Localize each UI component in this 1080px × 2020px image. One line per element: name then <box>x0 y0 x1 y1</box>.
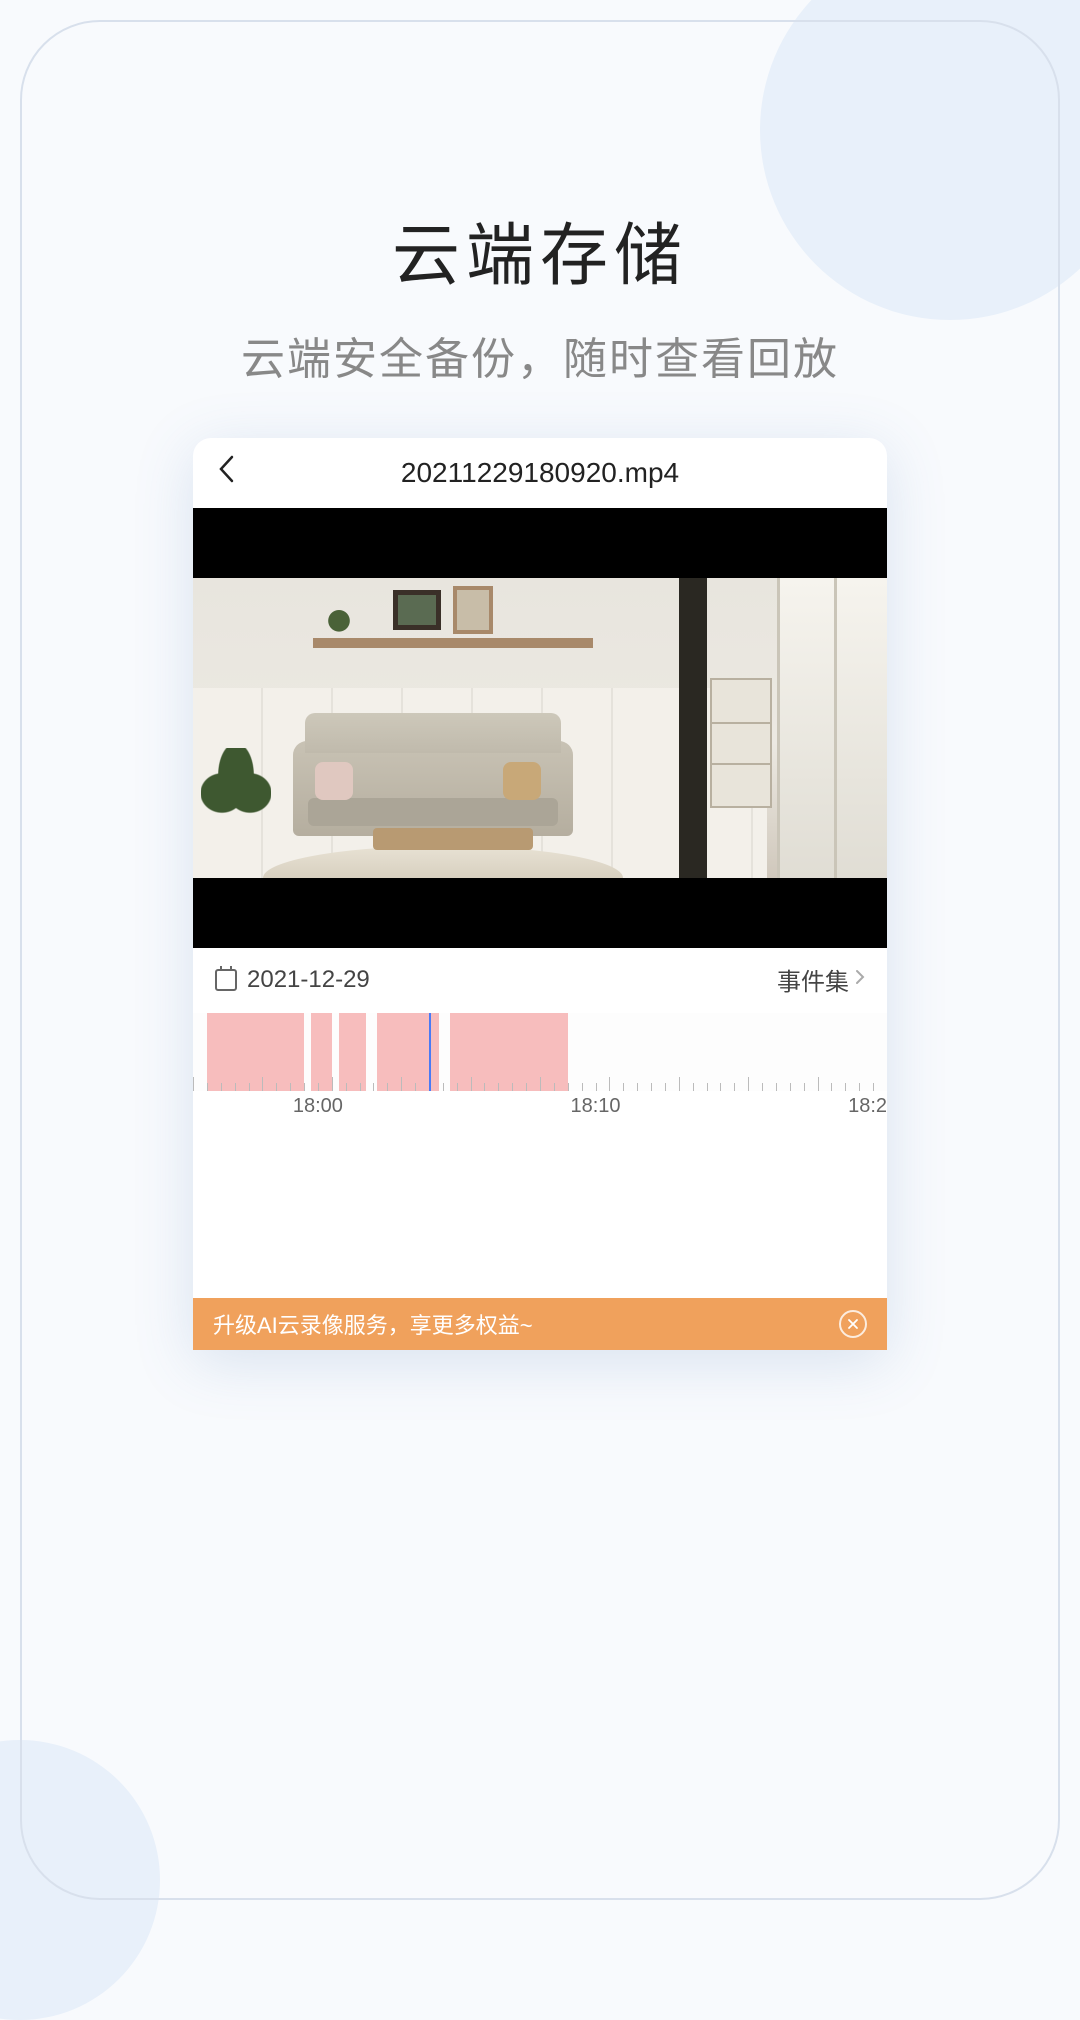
events-link[interactable]: 事件集 <box>777 962 865 997</box>
promo-banner[interactable]: 升级AI云录像服务，享更多权益~ <box>193 1298 887 1350</box>
calendar-icon[interactable] <box>215 969 237 991</box>
navbar-title: 20211229180920.mp4 <box>401 457 679 489</box>
bg-decor-circle <box>0 1740 160 2020</box>
events-label: 事件集 <box>777 962 849 997</box>
timeline-ticks <box>193 1013 887 1091</box>
date-row: 2021-12-29 事件集 <box>193 948 887 1011</box>
video-player[interactable] <box>193 508 887 948</box>
timeline-cursor[interactable] <box>429 1013 431 1091</box>
date-label[interactable]: 2021-12-29 <box>247 966 370 994</box>
navbar: 20211229180920.mp4 <box>193 438 887 508</box>
promo-text: 升级AI云录像服务，享更多权益~ <box>213 1308 533 1340</box>
hero-title: 云端存储 <box>0 200 1080 299</box>
timeline-time-label: 18:10 <box>570 1095 620 1118</box>
close-icon[interactable] <box>839 1310 867 1338</box>
timeline-time-label: 18:20 <box>848 1095 887 1118</box>
phone-mockup: 20211229180920.mp4 2021-1 <box>193 438 887 1350</box>
timeline-labels: 18:00 18:10 18:20 <box>193 1095 887 1119</box>
timeline-scrubber[interactable]: 18:00 18:10 18:20 <box>193 1013 887 1121</box>
video-thumbnail <box>193 578 887 878</box>
hero-section: 云端存储 云端安全备份，随时查看回放 <box>0 0 1080 387</box>
hero-subtitle: 云端安全备份，随时查看回放 <box>0 323 1080 387</box>
back-icon[interactable] <box>217 454 235 492</box>
chevron-right-icon <box>855 968 865 991</box>
timeline-time-label: 18:00 <box>293 1095 343 1118</box>
